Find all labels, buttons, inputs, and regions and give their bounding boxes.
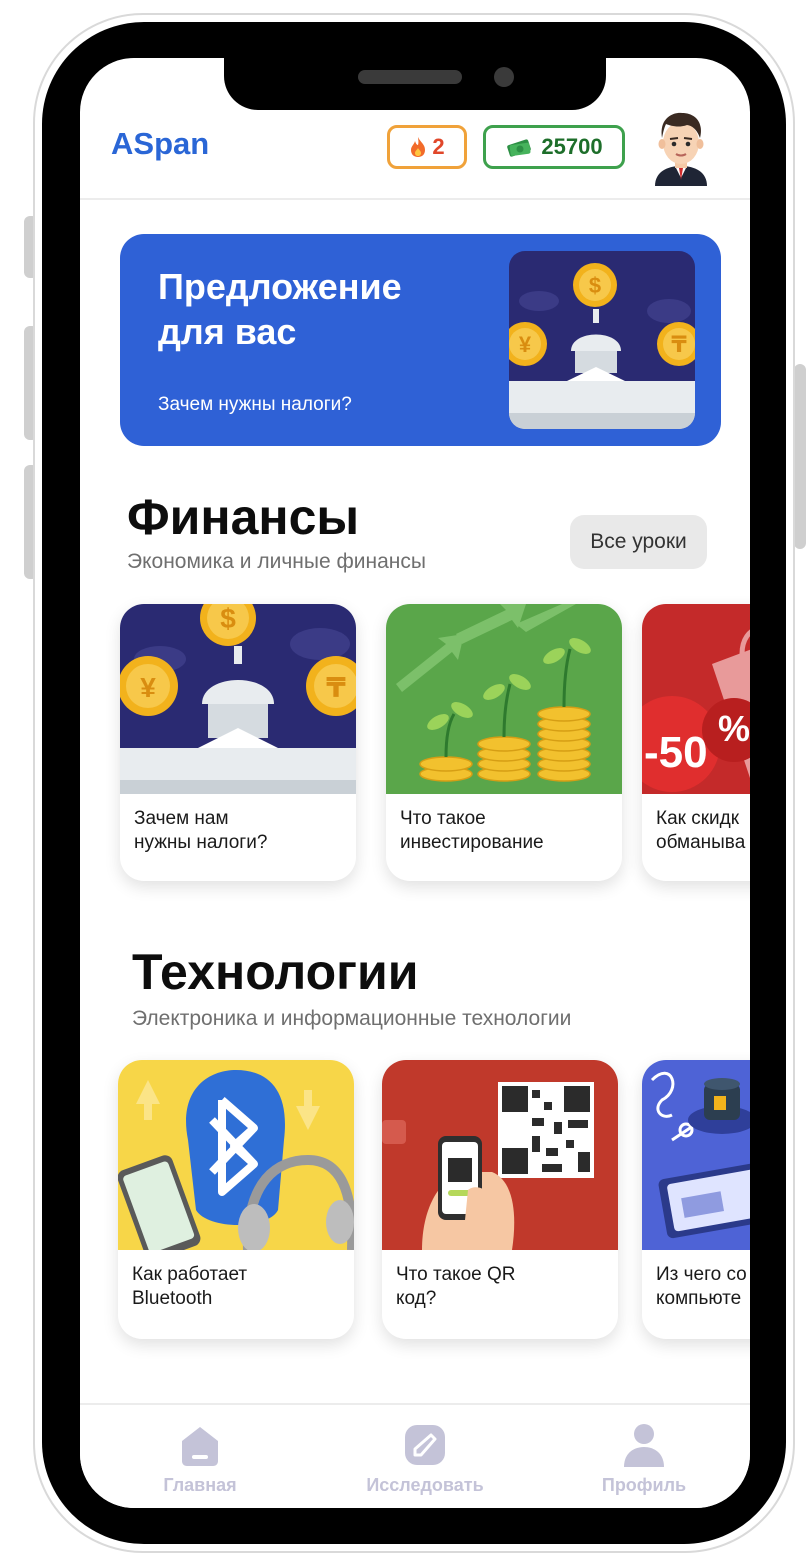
lesson-card-bluetooth[interactable]: Как работает Bluetooth [118,1060,354,1339]
app-screen: ASpan 2 25700 Предложение для вас Зачем … [80,58,750,1508]
power-button [794,364,806,549]
capitol-illustration: $ ¥ ₸ [509,251,695,429]
nav-profile-label: Профиль [601,1475,687,1495]
speaker [358,70,462,84]
card-label: Из чего со компьюте [656,1264,747,1309]
nav-profile[interactable]: Профиль [564,1405,724,1508]
bluetooth-image [118,1060,354,1250]
avatar[interactable] [649,110,713,186]
nav-home-label: Главная [163,1475,237,1495]
finance-subtitle: Экономика и личные финансы [127,550,426,573]
svg-text:¥: ¥ [140,672,156,703]
svg-text:$: $ [220,604,236,634]
svg-text:$: $ [589,273,601,298]
svg-text:¥: ¥ [519,332,532,357]
money-icon [507,139,532,157]
svg-text:₸: ₸ [326,672,346,703]
notch [224,58,606,110]
card-label: Как скидк обманыва [656,808,746,853]
compass-icon [405,1425,445,1465]
computer-image [642,1060,750,1250]
lesson-card-qr[interactable]: Что такое QR код? [382,1060,618,1339]
coins-badge[interactable]: 25700 [483,125,625,169]
lesson-card-taxes[interactable]: $ ¥ ₸ Зачем нам нужны налоги? [120,604,356,881]
front-camera [494,67,514,87]
card-label: Что такое QR код? [396,1264,516,1309]
discount-badge: -50 [644,728,708,777]
card-label: Как работает Bluetooth [132,1264,248,1309]
banner-subtitle: Зачем нужны налоги? [158,394,352,415]
profile-icon [624,1424,664,1467]
fire-icon [411,137,426,157]
discount-percent: % [718,708,750,749]
lesson-card-discounts[interactable]: -50 % Как скидк обманыва [642,604,750,881]
taxes-image: $ ¥ ₸ [120,604,356,794]
card-label: Зачем нам нужны налоги? [134,808,268,853]
investing-image [386,604,622,794]
card-label: Что такое инвестирование [400,808,544,853]
offer-banner[interactable]: Предложение для вас Зачем нужны налоги? … [120,234,721,446]
tech-title: Технологии [132,944,419,1000]
streak-count: 2 [432,134,445,159]
nav-explore-label: Исследовать [366,1475,484,1495]
bottom-nav: Главная Исследовать Профиль [80,1403,750,1508]
app-title: ASpan [111,126,210,161]
lesson-card-investing[interactable]: Что такое инвестирование [386,604,622,881]
all-lessons-button[interactable]: Все уроки [570,515,707,569]
lesson-card-computer[interactable]: Из чего со компьюте [642,1060,750,1339]
coins-count: 25700 [541,134,603,159]
qr-image [382,1060,618,1250]
home-icon [182,1427,218,1466]
svg-text:₸: ₸ [671,332,687,357]
tech-subtitle: Электроника и информационные технологии [132,1007,572,1030]
nav-explore[interactable]: Исследовать [345,1405,505,1508]
banner-title: Предложение для вас [158,266,402,352]
nav-home[interactable]: Главная [120,1405,280,1508]
finance-title: Финансы [127,489,360,545]
streak-badge[interactable]: 2 [387,125,467,169]
